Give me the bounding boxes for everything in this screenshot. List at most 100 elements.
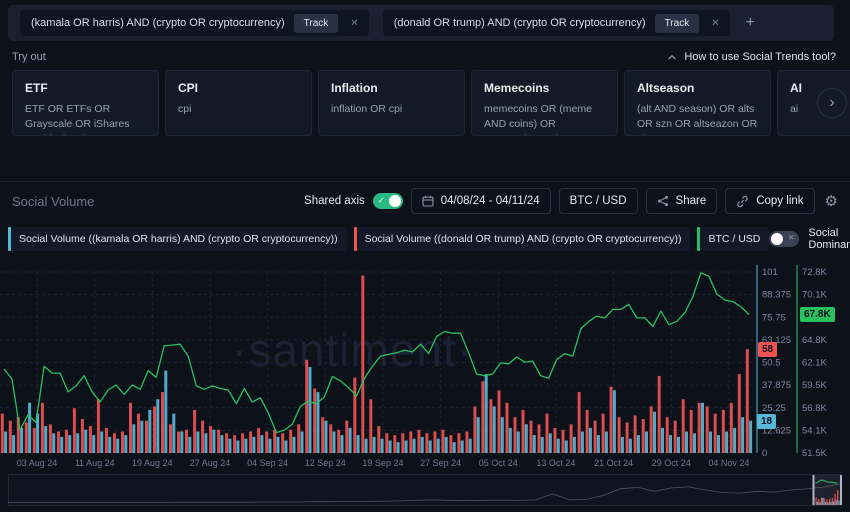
legend-color-bar: [697, 227, 700, 251]
svg-text:101: 101: [762, 267, 778, 278]
legend-color-bar: [8, 227, 11, 251]
social-dominance-control: ✕ Social Dominance: [769, 227, 850, 251]
date-range-text: 04/08/24 - 04/11/24: [441, 195, 540, 207]
svg-text:19 Aug 24: 19 Aug 24: [132, 458, 173, 468]
calendar-icon: [422, 195, 434, 207]
howto-link[interactable]: How to use Social Trends tool?: [667, 51, 836, 63]
svg-text:37.875: 37.875: [762, 380, 791, 391]
tryout-card-query: ETF OR ETFs OR Grayscale OR iShares OR b…: [25, 102, 146, 136]
toggle-knob: [771, 233, 783, 245]
tryout-card-title: ETF: [25, 81, 146, 95]
svg-text:62.1K: 62.1K: [802, 358, 827, 369]
legend-chips: Social Volume ((kamala OR harris) AND (c…: [8, 227, 769, 251]
social-dominance-label: Social Dominance: [808, 227, 850, 251]
legend-item-label: Social Volume ((kamala OR harris) AND (c…: [19, 233, 338, 245]
legend-item[interactable]: BTC / USD: [697, 227, 769, 251]
svg-text:04 Sep 24: 04 Sep 24: [247, 458, 288, 468]
tryout-card[interactable]: CPI cpi: [165, 70, 312, 136]
svg-text:70.1K: 70.1K: [802, 290, 827, 301]
svg-text:72.8K: 72.8K: [802, 267, 827, 278]
svg-text:03 Aug 24: 03 Aug 24: [17, 458, 58, 468]
tryout-card[interactable]: Altseason (alt AND season) OR alts OR szn…: [624, 70, 771, 136]
query-tab[interactable]: (kamala OR harris) AND (crypto OR crypto…: [20, 10, 369, 36]
tryout-card[interactable]: Inflation inflation OR cpi: [318, 70, 465, 136]
legend-item[interactable]: Social Volume ((donald OR trump) AND (cr…: [354, 227, 691, 251]
track-button[interactable]: Track: [655, 14, 700, 33]
svg-text:04 Nov 24: 04 Nov 24: [708, 458, 749, 468]
kamala-volume-badge: 18: [757, 414, 776, 429]
tryout-card[interactable]: Memecoins memecoins OR (meme AND coins) O…: [471, 70, 618, 136]
track-button[interactable]: Track: [294, 14, 339, 33]
share-button-label: Share: [676, 195, 707, 207]
check-icon: ✓: [378, 195, 385, 206]
svg-text:05 Oct 24: 05 Oct 24: [479, 458, 518, 468]
close-icon[interactable]: ✕: [347, 18, 361, 29]
tryout-card-title: CPI: [178, 81, 299, 95]
legend-color-bar: [354, 227, 357, 251]
social-volume-chart[interactable]: 10172.8K88.37570.1K75.7563.12564.8K50.56…: [0, 255, 850, 470]
tryout-card-query: (alt AND season) OR alts OR szn OR altse…: [637, 102, 758, 136]
svg-text:11 Aug 24: 11 Aug 24: [75, 458, 115, 468]
tryout-card-title: Memecoins: [484, 81, 605, 95]
tryout-label: Try out: [12, 51, 46, 63]
social-dominance-toggle[interactable]: ✕: [769, 231, 799, 247]
svg-text:54.1K: 54.1K: [802, 425, 827, 436]
svg-text:59.5K: 59.5K: [802, 380, 827, 391]
close-icon[interactable]: ✕: [708, 18, 722, 29]
section-divider: [0, 181, 850, 182]
svg-text:51.5K: 51.5K: [802, 448, 827, 459]
chart-title: Social Volume: [12, 194, 94, 209]
cross-icon: ✕: [788, 233, 794, 242]
svg-text:19 Sep 24: 19 Sep 24: [362, 458, 403, 468]
copy-link-button-label: Copy link: [756, 195, 803, 207]
legend-item-label: Social Volume ((donald OR trump) AND (cr…: [365, 233, 682, 245]
link-icon: [736, 195, 749, 208]
svg-text:21 Oct 24: 21 Oct 24: [594, 458, 633, 468]
svg-text:50.5: 50.5: [762, 358, 781, 369]
tryout-card-query: cpi: [178, 102, 299, 117]
copy-link-button[interactable]: Copy link: [725, 188, 814, 214]
tryout-cards-wrap: ETF ETF OR ETFs OR Grayscale OR iShares O…: [12, 70, 850, 137]
settings-gear-icon[interactable]: ⚙: [823, 192, 840, 210]
svg-text:75.75: 75.75: [762, 312, 786, 323]
legend-item-label: BTC / USD: [708, 233, 760, 245]
query-tab[interactable]: (donald OR trump) AND (crypto OR cryptoc…: [383, 10, 730, 36]
tryout-card-query: memecoins OR (meme AND coins) OR memecoi…: [484, 102, 605, 136]
shared-axis-label: Shared axis: [304, 195, 365, 207]
svg-text:27 Sep 24: 27 Sep 24: [420, 458, 461, 468]
chevron-up-icon: [667, 54, 677, 61]
svg-text:25.25: 25.25: [762, 403, 786, 414]
svg-text:27 Aug 24: 27 Aug 24: [190, 458, 231, 468]
svg-text:12 Sep 24: 12 Sep 24: [305, 458, 346, 468]
trump-volume-badge: 58: [758, 342, 777, 357]
tryout-card-title: Inflation: [331, 81, 452, 95]
navigator-chart[interactable]: [8, 474, 842, 508]
cards-next-button[interactable]: ›: [817, 88, 847, 118]
date-range-button[interactable]: 04/08/24 - 04/11/24: [411, 188, 551, 214]
svg-text:0: 0: [762, 448, 767, 459]
social-trends-page: (kamala OR harris) AND (crypto OR crypto…: [0, 0, 850, 512]
legend-item[interactable]: Social Volume ((kamala OR harris) AND (c…: [8, 227, 347, 251]
tryout-card-query: inflation OR cpi: [331, 102, 452, 117]
tryout-header: Try out How to use Social Trends tool?: [12, 51, 836, 63]
chart-header: Social Volume Shared axis ✓ 04/08/24 - 0…: [12, 187, 840, 215]
tryout-cards: ETF ETF OR ETFs OR Grayscale OR iShares O…: [12, 70, 850, 136]
pair-button[interactable]: BTC / USD: [559, 188, 638, 214]
shared-axis-toggle[interactable]: ✓: [373, 193, 403, 209]
svg-text:88.375: 88.375: [762, 290, 791, 301]
btc-price-badge: 67.8K: [800, 307, 835, 322]
toggle-knob: [389, 195, 401, 207]
svg-text:56.8K: 56.8K: [802, 403, 827, 414]
howto-link-label: How to use Social Trends tool?: [684, 51, 836, 63]
query-tab-bar: (kamala OR harris) AND (crypto OR crypto…: [8, 5, 834, 41]
share-icon: [657, 195, 669, 207]
share-button[interactable]: Share: [646, 188, 718, 214]
chart-controls: Shared axis ✓ 04/08/24 - 04/11/24 BTC / …: [304, 188, 840, 214]
svg-text:13 Oct 24: 13 Oct 24: [536, 458, 575, 468]
pair-button-label: BTC / USD: [570, 195, 627, 207]
query-text: (donald OR trump) AND (crypto OR cryptoc…: [394, 17, 646, 29]
add-query-button[interactable]: +: [746, 14, 755, 32]
tryout-card-title: Altseason: [637, 81, 758, 95]
chevron-right-icon: ›: [829, 94, 834, 112]
tryout-card[interactable]: ETF ETF OR ETFs OR Grayscale OR iShares O…: [12, 70, 159, 136]
